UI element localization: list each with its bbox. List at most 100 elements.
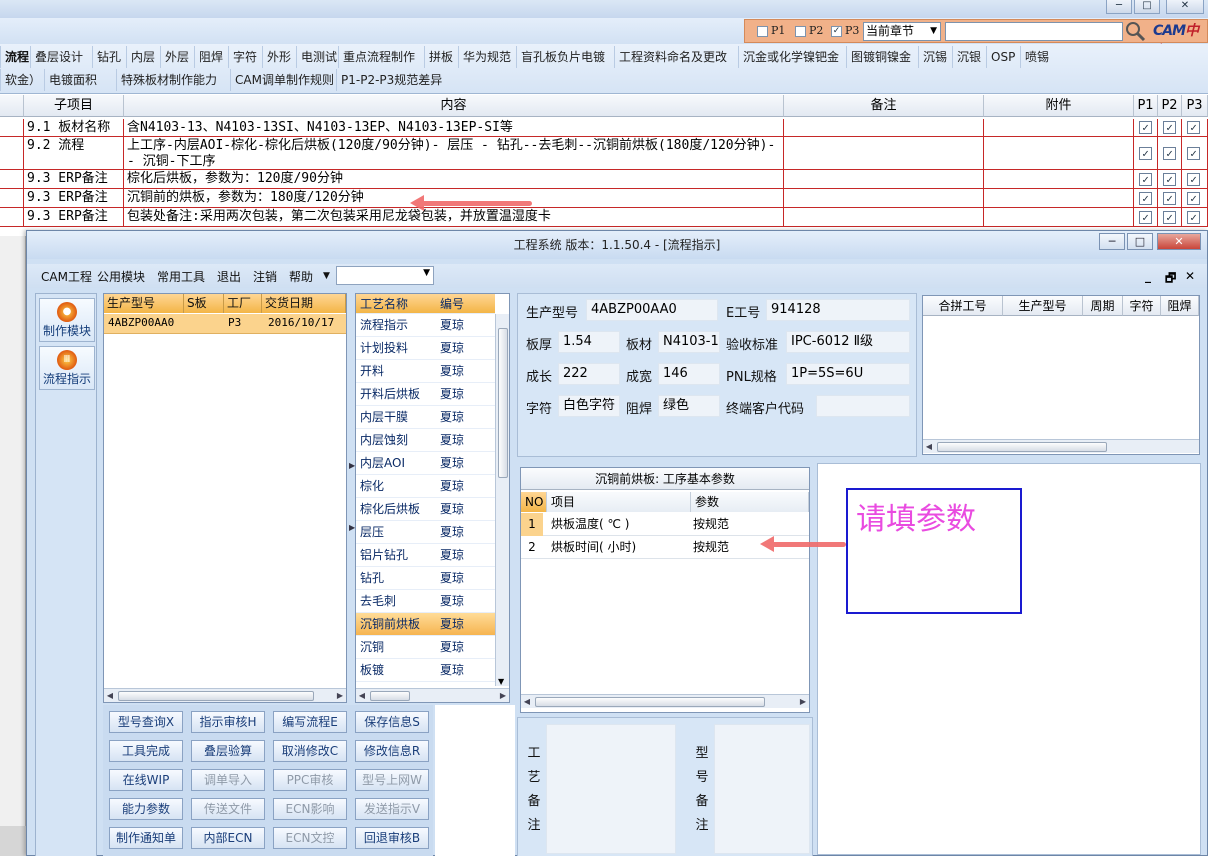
action-button-8[interactable]: 在线WIP: [109, 769, 183, 791]
tab-4[interactable]: 外层: [160, 46, 193, 68]
window-minimize-button[interactable]: ─: [1099, 233, 1125, 250]
tab-row2-2[interactable]: 特殊板材制作能力: [116, 69, 221, 91]
field-soldermask[interactable]: 绿色: [658, 395, 720, 417]
col-merge-char[interactable]: 字符: [1123, 296, 1161, 316]
scroll-thumb[interactable]: [498, 328, 508, 478]
scroll-thumb[interactable]: [118, 691, 314, 701]
action-button-11[interactable]: 型号上网W: [355, 769, 429, 791]
list-item[interactable]: 棕化 夏琼: [356, 475, 495, 498]
field-model[interactable]: 4ABZP00AA0: [586, 299, 718, 321]
p2-row-checkbox[interactable]: ✓: [1163, 172, 1176, 186]
table-row[interactable]: 9.3 ERP备注 棕化后烘板，参数为：120度/90分钟 ✓ ✓ ✓: [0, 170, 1208, 189]
table-row[interactable]: 9.3 ERP备注 沉铜前的烘板，参数为：180度/120分钟 ✓ ✓ ✓: [0, 189, 1208, 208]
process-hscrollbar[interactable]: ◀ ▶: [356, 688, 509, 702]
p3-row-checkbox[interactable]: ✓: [1187, 121, 1200, 134]
p1-row-checkbox[interactable]: ✓: [1139, 121, 1152, 134]
tab-row2-3[interactable]: CAM调单制作规则: [230, 69, 338, 91]
scroll-right-icon[interactable]: ▶: [334, 689, 346, 703]
tab-2[interactable]: 钻孔: [92, 46, 125, 68]
tab-3[interactable]: 内层: [126, 46, 159, 68]
scroll-thumb[interactable]: [937, 442, 1107, 452]
list-item[interactable]: 开料 夏琼: [356, 360, 495, 383]
process-vscrollbar[interactable]: ▼: [495, 314, 509, 686]
tab-10[interactable]: 拼板: [424, 46, 457, 68]
menu-combo[interactable]: ▼: [336, 266, 434, 285]
row-selector[interactable]: [0, 119, 24, 136]
field-pnl[interactable]: 1P=5S=6U: [786, 363, 910, 385]
action-button-16[interactable]: 制作通知单: [109, 827, 183, 849]
action-button-14[interactable]: ECN影响: [273, 798, 347, 820]
grid-header-3[interactable]: 备注: [784, 95, 984, 117]
action-button-7[interactable]: 修改信息R: [355, 740, 429, 762]
scroll-thumb[interactable]: [535, 697, 765, 707]
row-selector[interactable]: [0, 170, 24, 188]
col-merge-cycle[interactable]: 周期: [1083, 296, 1123, 316]
list-item[interactable]: 钻孔 夏琼: [356, 567, 495, 590]
tab-16[interactable]: 沉锡: [918, 46, 951, 68]
tab-18[interactable]: OSP: [986, 46, 1019, 68]
list-item[interactable]: 铝片钻孔 夏琼: [356, 544, 495, 567]
list-item[interactable]: 内层AOI 夏琼: [356, 452, 495, 475]
window-close-button[interactable]: ✕: [1157, 233, 1201, 250]
row-selector[interactable]: [0, 137, 24, 169]
action-button-15[interactable]: 发送指示V: [355, 798, 429, 820]
product-hscrollbar[interactable]: ◀ ▶: [104, 688, 346, 702]
action-button-19[interactable]: 回退审核B: [355, 827, 429, 849]
col-item[interactable]: 项目: [547, 492, 691, 512]
scroll-thumb[interactable]: [370, 691, 410, 701]
nav-make-module[interactable]: ● 制作模块: [39, 298, 95, 342]
field-client[interactable]: [816, 395, 910, 417]
help-dropdown-icon[interactable]: ▼: [323, 271, 330, 281]
param-hscrollbar[interactable]: ◀ ▶: [521, 694, 809, 708]
nav-flow-instruction[interactable]: Ⅲ 流程指示: [39, 346, 95, 390]
col-merge-eng[interactable]: 合拼工号: [923, 296, 1003, 316]
col-model[interactable]: 生产型号: [104, 294, 184, 313]
field-material[interactable]: N4103-1: [658, 331, 720, 353]
grid-header-1[interactable]: 子项目: [24, 95, 124, 117]
scroll-left-icon[interactable]: ◀: [104, 689, 116, 703]
merge-hscrollbar[interactable]: ◀: [923, 439, 1199, 453]
p2-row-checkbox[interactable]: ✓: [1163, 191, 1176, 205]
grid-header-5[interactable]: P1: [1134, 95, 1158, 117]
chapter-select[interactable]: 当前章节 ▼: [863, 22, 941, 41]
action-button-6[interactable]: 取消修改C: [273, 740, 347, 762]
list-item[interactable]: 流程指示 夏琼: [356, 314, 495, 337]
search-icon[interactable]: [1123, 20, 1147, 42]
grid-header-4[interactable]: 附件: [984, 95, 1134, 117]
list-item[interactable]: 沉铜 夏琼: [356, 636, 495, 659]
mdi-restore-button[interactable]: 🗗: [1165, 269, 1176, 290]
p1-row-checkbox[interactable]: ✓: [1139, 172, 1152, 186]
p1-row-checkbox[interactable]: ✓: [1139, 210, 1152, 224]
scroll-left-icon[interactable]: ◀: [923, 440, 935, 454]
p3-row-checkbox[interactable]: ✓: [1187, 191, 1200, 205]
bg-close-button[interactable]: ✕: [1166, 0, 1204, 14]
cell-value[interactable]: 按规范: [693, 536, 729, 559]
menu-public[interactable]: 公用模块: [97, 268, 145, 285]
col-date[interactable]: 交货日期: [262, 294, 346, 313]
col-s[interactable]: S板: [184, 294, 224, 313]
table-row[interactable]: 9.1 板材名称 含N4103-13、N4103-13SI、N4103-13EP、…: [0, 119, 1208, 137]
scroll-right-icon[interactable]: ▶: [797, 695, 809, 709]
process-remark-field[interactable]: [546, 724, 676, 854]
list-item[interactable]: 沉铜前烘板 夏琼: [356, 613, 495, 636]
tab-14[interactable]: 沉金或化学镍钯金: [738, 46, 843, 68]
field-length[interactable]: 222: [558, 363, 620, 385]
p3-checkbox[interactable]: ✓: [831, 26, 842, 37]
p2-row-checkbox[interactable]: ✓: [1163, 121, 1176, 134]
action-button-13[interactable]: 传送文件: [191, 798, 265, 820]
field-thickness[interactable]: 1.54: [558, 331, 620, 353]
scroll-left-icon[interactable]: ◀: [356, 689, 368, 703]
tab-row2-0[interactable]: 软金）: [0, 69, 45, 91]
table-row[interactable]: 1 烘板温度( ℃ ) 按规范: [521, 513, 809, 536]
tab-0[interactable]: 流程: [0, 46, 33, 68]
tab-5[interactable]: 阻焊: [194, 46, 227, 68]
tab-1[interactable]: 叠层设计: [30, 46, 87, 68]
col-process-owner[interactable]: 编号: [440, 294, 464, 314]
col-no[interactable]: NO: [521, 492, 547, 512]
p1-checkbox[interactable]: [757, 26, 768, 37]
tab-13[interactable]: 工程资料命名及更改: [614, 46, 731, 68]
bg-maximize-button[interactable]: □: [1134, 0, 1160, 14]
grid-header-6[interactable]: P2: [1158, 95, 1182, 117]
table-row[interactable]: 9.2 流程 上工序-内层AOI-棕化-棕化后烘板(120度/90分钟)- 层压 …: [0, 137, 1208, 170]
p3-row-checkbox[interactable]: ✓: [1187, 210, 1200, 224]
